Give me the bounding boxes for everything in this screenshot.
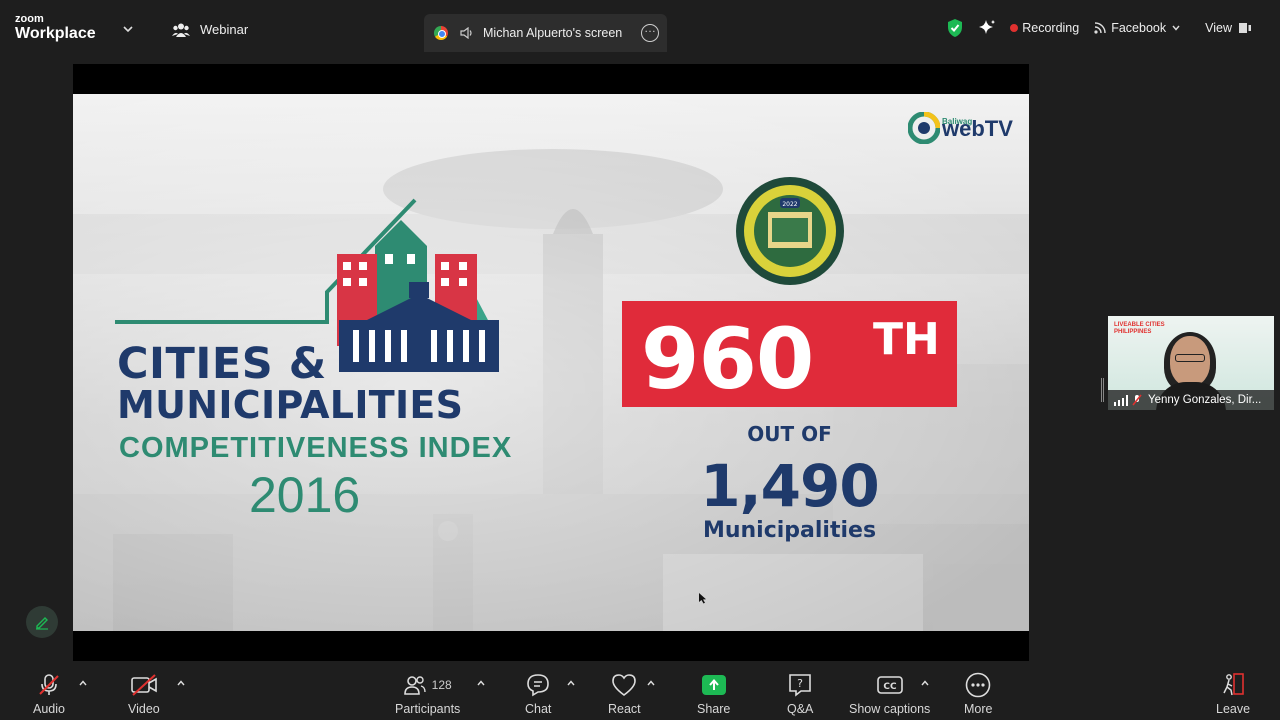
meeting-toolbar: Audio Video 128 Participants Chat React …	[0, 664, 1280, 720]
participants-icon	[403, 676, 426, 695]
chrome-icon	[434, 26, 448, 40]
captions-label: Show captions	[849, 702, 931, 716]
captions-options-caret-icon[interactable]	[920, 678, 930, 688]
sparkle-icon	[979, 20, 996, 34]
participants-options-caret-icon[interactable]	[476, 678, 486, 688]
leave-button[interactable]: Leave	[1216, 672, 1250, 716]
audio-button[interactable]: Audio	[33, 672, 65, 716]
resize-handle[interactable]	[1101, 378, 1104, 402]
video-options-caret-icon[interactable]	[176, 678, 186, 688]
webtv-swirl-icon	[908, 112, 940, 144]
svg-text:?: ?	[797, 677, 803, 690]
people-icon	[172, 23, 190, 37]
microphone-muted-icon	[39, 674, 59, 695]
video-label: Video	[128, 702, 160, 716]
more-options-icon[interactable]	[641, 21, 659, 42]
chat-options-caret-icon[interactable]	[566, 678, 576, 688]
shield-check-icon	[948, 19, 963, 37]
webinar-indicator[interactable]: Webinar	[172, 22, 248, 37]
more-button[interactable]: More	[964, 672, 992, 716]
question-icon: ?	[789, 674, 812, 697]
logo-line2: Workplace	[15, 25, 96, 42]
more-label: More	[964, 702, 993, 716]
leave-door-icon	[1223, 673, 1244, 696]
screen-share-tab[interactable]: Michan Alpuerto's screen	[424, 14, 667, 52]
brand-small-text: Baliwag	[942, 117, 973, 126]
recording-label: Recording	[1022, 21, 1080, 35]
slide-title-line2: MUNICIPALITIES	[117, 383, 464, 427]
out-of-label: OUT OF	[747, 422, 832, 446]
slide-year: 2016	[249, 467, 361, 523]
react-label: React	[608, 702, 641, 716]
webinar-label: Webinar	[200, 22, 249, 37]
heart-icon	[612, 674, 637, 696]
chevron-down-icon[interactable]	[122, 23, 134, 35]
react-options-caret-icon[interactable]	[646, 678, 656, 688]
security-indicator[interactable]	[946, 18, 964, 38]
baliwag-webtv-logo: Baliwag webTV	[908, 112, 1013, 144]
layout-icon	[1239, 23, 1251, 33]
total-count: 1,490	[700, 452, 879, 520]
participants-button[interactable]: 128 Participants	[395, 672, 460, 716]
video-off-icon	[131, 674, 157, 696]
total-label: Municipalities	[702, 518, 877, 543]
share-tab-label: Michan Alpuerto's screen	[483, 26, 623, 40]
rank-suffix: TH	[873, 314, 940, 365]
pencil-icon	[36, 617, 48, 630]
livestream-label: Facebook	[1111, 21, 1167, 35]
mouse-cursor-icon	[699, 593, 706, 604]
broadcast-icon	[1094, 22, 1106, 34]
captions-button[interactable]: CC Show captions	[849, 672, 930, 716]
participant-video-tile[interactable]: LIVEABLE CITIES PHILIPPINES Yenny Gonzal…	[1108, 316, 1274, 410]
org-line2: PHILIPPINES	[1114, 328, 1152, 335]
org-logo-text: LIVEABLE CITIES PHILIPPINES	[1114, 322, 1165, 335]
cc-icon: CC	[876, 676, 903, 694]
chat-label: Chat	[525, 702, 552, 716]
svg-text:CC: CC	[883, 682, 897, 692]
share-label: Share	[697, 702, 731, 716]
audio-options-caret-icon[interactable]	[78, 678, 88, 688]
share-button[interactable]: Share	[697, 672, 730, 716]
react-button[interactable]: React	[608, 672, 641, 716]
participant-name: Yenny Gonzales, Dir...	[1148, 394, 1262, 406]
top-right-controls: Recording Facebook View	[932, 18, 1252, 38]
speaker-icon[interactable]	[460, 27, 474, 39]
recording-dot-icon	[1010, 24, 1019, 32]
chat-icon	[527, 674, 550, 697]
zoom-workplace-logo[interactable]: zoom Workplace	[15, 14, 96, 42]
top-bar: zoom Workplace Webinar Michan Alpuerto's…	[0, 0, 1280, 56]
rank-number: 960	[641, 310, 814, 408]
audio-label: Audio	[33, 702, 65, 716]
qa-button[interactable]: ? Q&A	[787, 672, 813, 716]
annotate-button[interactable]	[26, 606, 58, 638]
chat-button[interactable]: Chat	[525, 672, 551, 716]
qa-label: Q&A	[787, 702, 814, 716]
view-label: View	[1205, 21, 1232, 35]
livestream-indicator[interactable]: Facebook	[1093, 21, 1181, 35]
slide-title-line1: CITIES &	[117, 339, 327, 389]
shared-screen[interactable]: Baliwag webTV CITIES & MUNICIPALITIES CO…	[73, 64, 1029, 661]
recording-indicator[interactable]: Recording	[1010, 21, 1079, 35]
muted-mic-icon	[1132, 394, 1142, 406]
video-button[interactable]: Video	[128, 672, 160, 716]
participant-name-bar: Yenny Gonzales, Dir...	[1108, 390, 1274, 410]
participant-count: 128	[431, 678, 452, 692]
chevron-down-icon	[1172, 25, 1180, 31]
share-screen-icon	[701, 675, 726, 695]
participants-label: Participants	[395, 702, 461, 716]
view-menu-button[interactable]: View	[1205, 21, 1252, 35]
org-line1: LIVEABLE CITIES	[1114, 322, 1165, 328]
leave-label: Leave	[1216, 702, 1251, 716]
signal-strength-icon	[1114, 394, 1128, 406]
baliwag-city-seal: 2022	[736, 177, 844, 285]
participant-glasses	[1175, 354, 1205, 362]
seal-year: 2022	[782, 201, 797, 208]
more-dots-icon	[965, 672, 991, 698]
logo-line1: zoom	[15, 13, 44, 25]
slide-title-line3: COMPETITIVENESS INDEX	[119, 432, 513, 464]
presentation-slide: Baliwag webTV CITIES & MUNICIPALITIES CO…	[73, 94, 1029, 631]
ai-companion-button[interactable]	[978, 19, 996, 37]
